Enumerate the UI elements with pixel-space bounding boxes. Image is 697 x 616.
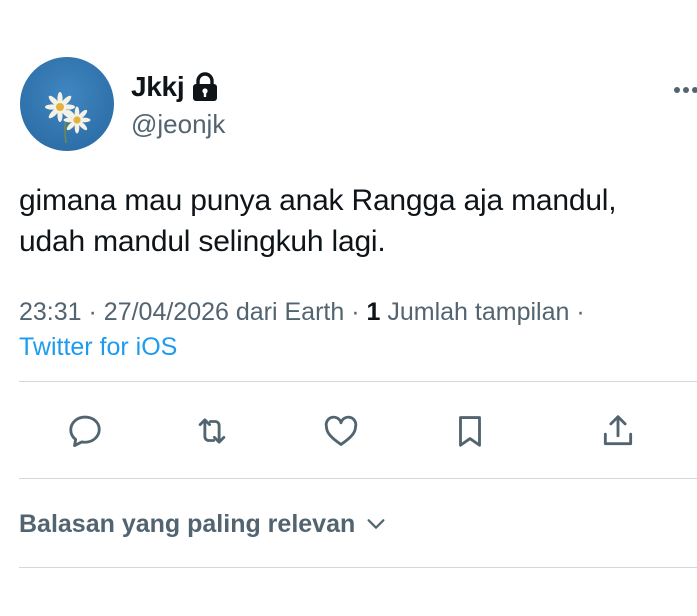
bookmark-button[interactable] — [450, 411, 490, 451]
heart-icon — [324, 415, 358, 446]
author-handle[interactable]: @jeonjk — [131, 108, 225, 140]
tweet-location: dari Earth — [235, 298, 345, 326]
tweet-text-line: udah mandul selingkuh lagi. — [19, 225, 386, 258]
like-button[interactable] — [321, 411, 361, 451]
replies-sort-dropdown[interactable]: Balasan yang paling relevan — [19, 507, 387, 541]
bookmark-icon — [459, 416, 481, 447]
tweet-date[interactable]: 27/04/2026 — [104, 298, 229, 326]
meta-separator: · — [88, 298, 97, 326]
meta-separator: · — [576, 298, 585, 326]
reply-button[interactable] — [65, 411, 105, 451]
tweet-time[interactable]: 23:31 — [19, 298, 82, 326]
tweet-meta: 23:31 · 27/04/2026 dari Earth · 1 Jumlah… — [19, 295, 689, 365]
replies-sort-label[interactable]: Balasan yang paling relevan — [19, 507, 355, 541]
views-count: 1 — [366, 298, 381, 326]
meta-separator: · — [351, 298, 360, 326]
daisy-avatar-image — [20, 57, 114, 151]
reply-icon — [69, 415, 101, 447]
avatar[interactable] — [20, 57, 114, 151]
lock-icon — [192, 72, 218, 102]
chevron-down-icon[interactable] — [365, 513, 387, 535]
tweet-text-line: gimana mau punya anak Rangga aja mandul, — [19, 184, 617, 217]
share-button[interactable] — [598, 411, 638, 451]
tweet-source-link[interactable]: Twitter for iOS — [19, 333, 177, 361]
divider — [19, 381, 697, 382]
tweet-text: gimana mau punya anak Rangga aja mandul,… — [19, 180, 689, 262]
more-options-icon[interactable] — [672, 82, 697, 93]
retweet-button[interactable] — [192, 411, 232, 451]
author-display-name[interactable]: Jkkj — [131, 70, 185, 104]
share-icon — [603, 415, 633, 446]
views-label: Jumlah tampilan — [387, 298, 570, 326]
divider — [19, 567, 697, 568]
divider — [19, 478, 697, 479]
retweet-icon — [198, 418, 226, 444]
author-name-row[interactable]: Jkkj — [131, 70, 218, 104]
